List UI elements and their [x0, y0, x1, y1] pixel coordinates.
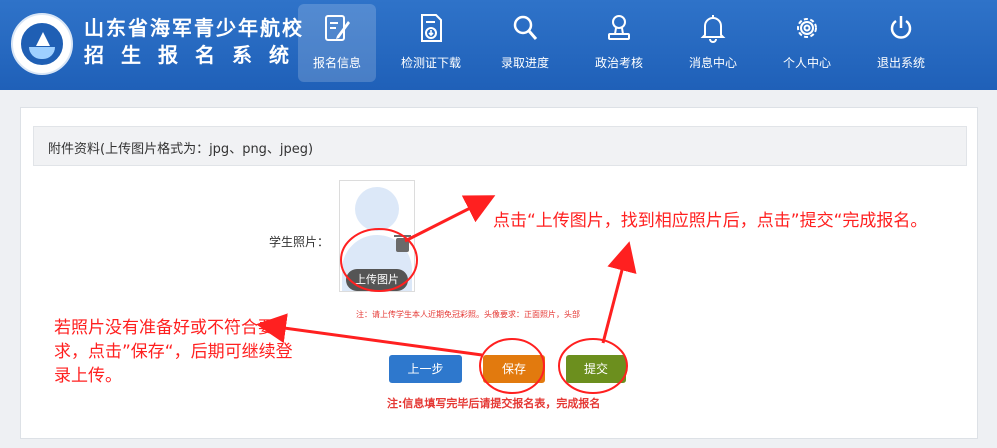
- site-title-line1: 山东省海军青少年航校: [84, 16, 304, 40]
- nav-label: 退出系统: [876, 56, 925, 70]
- submit-note: 注:信息填写完毕后请提交报名表，完成报名: [387, 397, 601, 410]
- photo-requirement-note: 注：请上传学生本人近期免冠彩照。头像要求：正面照片，头部: [356, 310, 580, 319]
- search-icon: [513, 15, 538, 40]
- top-header: 山东省海军青少年航校 招生报名系统 报名信息 检测证下载 录取进度 政治考核 消…: [0, 0, 997, 90]
- save-button[interactable]: 保存: [483, 355, 545, 383]
- nav-item-registration[interactable]: 报名信息: [298, 4, 376, 82]
- nav-item-political-review[interactable]: 政治考核: [580, 4, 658, 82]
- upload-image-button[interactable]: 上传图片: [346, 269, 408, 291]
- trash-icon[interactable]: [394, 235, 411, 252]
- form-edit-icon: [325, 15, 350, 41]
- section-title: 附件资料(上传图片格式为：jpg、png、jpeg): [48, 142, 314, 157]
- nav-label: 个人中心: [782, 56, 831, 70]
- submit-button[interactable]: 提交: [566, 355, 626, 383]
- nav-item-logout[interactable]: 退出系统: [862, 4, 940, 82]
- nav-label: 检测证下载: [400, 56, 461, 70]
- site-title-line2: 招生报名系统: [84, 43, 306, 67]
- download-doc-icon: [421, 14, 442, 42]
- student-photo-label: 学生照片：: [269, 235, 330, 249]
- nav-item-personal-center[interactable]: 个人中心: [768, 4, 846, 82]
- section-header: 附件资料(上传图片格式为：jpg、png、jpeg): [33, 126, 967, 166]
- nav-label: 报名信息: [312, 56, 361, 70]
- nav-label: 消息中心: [688, 56, 737, 70]
- previous-step-button[interactable]: 上一步: [389, 355, 462, 383]
- review-stamp-icon: [608, 15, 630, 40]
- school-logo: [11, 13, 73, 75]
- nav-label: 录取进度: [500, 56, 549, 70]
- annotation-left: 若照片没有准备好或不符合要求，点击”保存“，后期可继续登录上传。: [54, 318, 293, 386]
- bell-icon: [700, 15, 726, 43]
- nav-label: 政治考核: [594, 56, 643, 70]
- nav-item-admission-progress[interactable]: 录取进度: [486, 4, 564, 82]
- nav-item-cert-download[interactable]: 检测证下载: [392, 4, 470, 82]
- site-title: 山东省海军青少年航校 招生报名系统: [84, 16, 306, 68]
- avatar-placeholder: [355, 187, 399, 231]
- annotation-right: 点击“上传图片，找到相应照片后，点击”提交“完成报名。: [493, 211, 928, 231]
- gear-icon: [797, 18, 817, 38]
- nav-item-messages[interactable]: 消息中心: [674, 4, 752, 82]
- attachments-panel: 附件资料(上传图片格式为：jpg、png、jpeg) 学生照片： 上传图片 注：…: [20, 107, 978, 439]
- power-icon: [890, 16, 912, 39]
